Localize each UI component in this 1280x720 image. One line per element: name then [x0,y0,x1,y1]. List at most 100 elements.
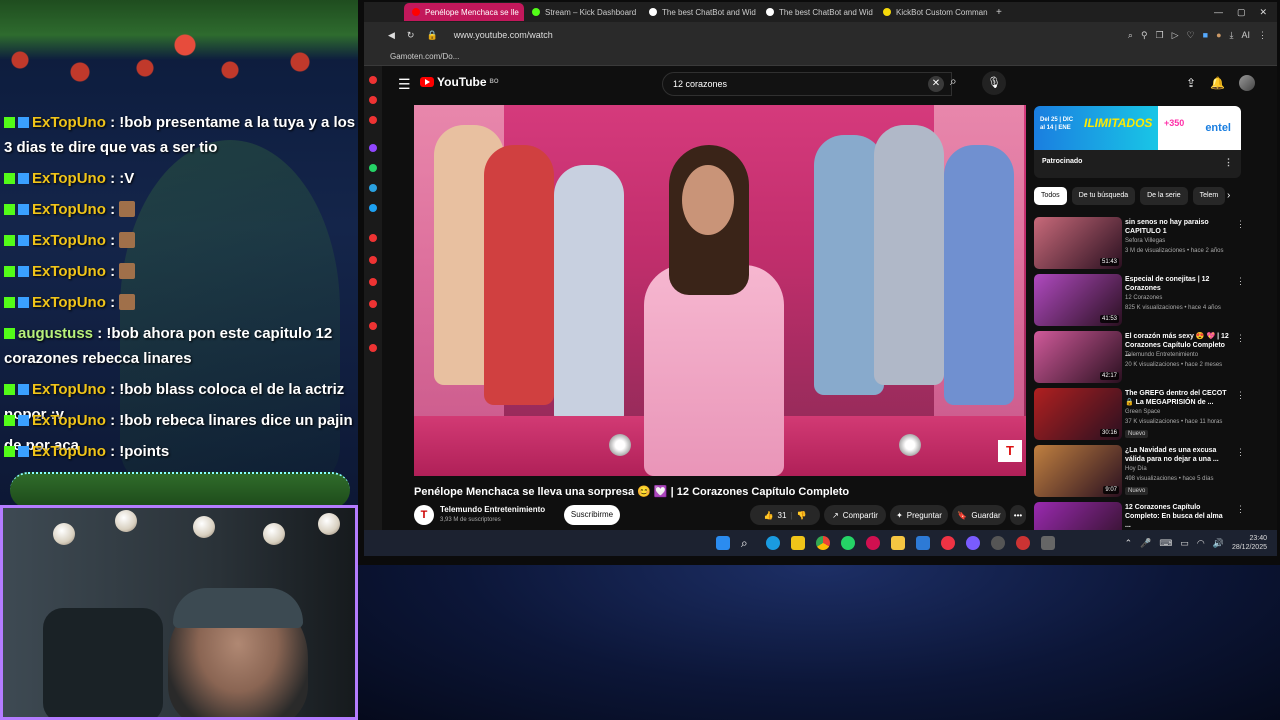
avatar[interactable] [1239,75,1255,91]
recommended-channel[interactable]: Hoy Día [1125,466,1147,472]
sidebar-app-icon[interactable] [369,278,377,286]
recommended-video[interactable]: 51:43 sin senos no hay paraiso CAPITULO 1… [1034,217,1244,271]
recommended-channel[interactable]: 12 Corazones [1125,295,1162,301]
ai-button[interactable]: AI [1241,30,1250,41]
recommended-video-title[interactable]: 12 Corazones Capítulo Completo: En busca… [1125,503,1229,530]
cast-icon[interactable]: ▷ [1172,30,1179,41]
sidebar-app-icon[interactable] [369,234,377,242]
pin-icon[interactable]: ⚲ [1141,30,1148,41]
close-icon[interactable]: ✕ [1259,7,1267,18]
new-tab-button[interactable]: + [996,7,1002,18]
app-icon[interactable] [1041,536,1055,550]
video-player[interactable]: T [414,105,1026,476]
whatsapp-icon[interactable] [369,164,377,172]
volume-icon[interactable]: 🔊 [1213,538,1224,549]
recommended-video[interactable]: 12 Corazones Capítulo Completo: En busca… [1034,502,1244,530]
search-icon[interactable]: ⌕ [950,74,957,89]
search-icon[interactable]: ⌕ [741,536,755,550]
microphone-icon[interactable]: 🎤 [1140,538,1151,549]
clock[interactable]: 23:40 28/12/2025 [1232,534,1267,552]
video-menu-icon[interactable]: ⋮ [1236,504,1244,515]
like-count[interactable]: 31 [778,511,787,520]
recommended-video[interactable]: 41:53 Especial de conejitas | 12 Corazone… [1034,274,1244,328]
dislike-icon[interactable]: 👎 [796,511,806,520]
upload-icon[interactable]: ⇪ [1186,76,1196,90]
filter-chip[interactable]: De tu búsqueda [1071,187,1136,205]
sidebar-app-icon[interactable] [369,116,377,124]
video-thumbnail[interactable]: 42:17 [1034,331,1122,383]
clear-search-icon[interactable]: ✕ [928,76,944,92]
store-icon[interactable] [916,536,930,550]
twitch-icon[interactable] [369,144,377,152]
video-menu-icon[interactable]: ⋮ [1236,276,1244,287]
recommended-video[interactable]: 30:16 The GREFG dentro del CECOT 🔒 La MEG… [1034,388,1244,442]
channel-avatar[interactable]: T [414,505,434,525]
video-menu-icon[interactable]: ⋮ [1236,447,1244,458]
profile-icon[interactable]: ● [1216,30,1221,41]
recommended-video-title[interactable]: The GREFG dentro del CECOT 🔒 La MEGAPRIS… [1125,389,1229,407]
filter-chip[interactable]: De la serie [1140,187,1188,205]
sidebar-app-icon[interactable] [369,96,377,104]
notifications-icon[interactable]: 🔔 [1210,76,1225,90]
edge-icon[interactable] [766,536,780,550]
sidebar-app-icon[interactable] [369,76,377,84]
recommended-channel[interactable]: Telemundo Entretenimiento [1125,352,1198,358]
browser-tab[interactable]: Penélope Menchaca se lle [404,3,524,21]
recommended-video-title[interactable]: Especial de conejitas | 12 Corazones [1125,275,1229,293]
sidebar-app-icon[interactable] [369,256,377,264]
recommended-video[interactable]: 42:17 El corazón más sexy 😍 💖 | 12 Corazo… [1034,331,1244,385]
discord-icon[interactable] [966,536,980,550]
video-thumbnail[interactable] [1034,502,1122,530]
video-thumbnail[interactable]: 51:43 [1034,217,1122,269]
hamburger-menu-icon[interactable]: ☰ [398,76,411,93]
recommended-video-title[interactable]: sin senos no hay paraiso CAPITULO 1 [1125,218,1229,236]
recommended-channel[interactable]: Green Space [1125,409,1160,415]
menu-icon[interactable]: ⋮ [1258,30,1267,41]
subscribe-button[interactable]: Suscribirme [564,505,620,525]
reload-icon[interactable]: ↻ [407,30,415,41]
video-menu-icon[interactable]: ⋮ [1236,333,1244,344]
microphone-icon[interactable]: 🎙 [982,71,1006,95]
ad-banner[interactable]: Del 25 | DIC al 14 | ENE ILIMITADOS +350… [1034,106,1241,150]
url-field[interactable]: www.youtube.com/watch [454,30,553,40]
bookmark-item[interactable]: Gamoten.com/Do... [390,52,459,61]
extension-icon[interactable]: ■ [1203,30,1208,41]
recommended-video[interactable]: 9:07 ¿La Navidad es una excusa válida par… [1034,445,1244,499]
heart-icon[interactable]: ♡ [1187,30,1195,41]
download-icon[interactable]: ⤓ [1230,30,1234,41]
maximize-icon[interactable]: ▢ [1237,7,1246,18]
more-actions-button[interactable]: ••• [1010,505,1026,525]
youtube-logo[interactable]: YouTube BO [420,75,499,89]
video-thumbnail[interactable]: 9:07 [1034,445,1122,497]
recommended-video-title[interactable]: ¿La Navidad es una excusa válida para no… [1125,446,1229,464]
video-thumbnail[interactable]: 41:53 [1034,274,1122,326]
recommended-channel[interactable]: Sefora Villegas [1125,238,1165,244]
back-icon[interactable]: ◀ [388,30,395,41]
windows-start-icon[interactable] [716,536,730,550]
browser-tab[interactable]: The best ChatBot and Wid [758,3,875,21]
search-input[interactable]: 12 corazones [662,72,952,96]
browser-tab[interactable]: Stream – Kick Dashboard [524,3,641,21]
wifi-icon[interactable]: ◠ [1197,538,1205,549]
file-explorer-icon[interactable] [891,536,905,550]
ask-button[interactable]: ✦ Preguntar [890,505,948,525]
sidebar-app-icon[interactable] [369,322,377,330]
notes-icon[interactable] [791,536,805,550]
settings-icon[interactable] [369,344,377,352]
filter-chip[interactable]: Telem [1192,187,1226,205]
display-icon[interactable]: ▭ [1180,538,1189,549]
video-menu-icon[interactable]: ⋮ [1236,390,1244,401]
channel-name[interactable]: Telemundo Entretenimiento [440,505,545,514]
chrome-icon[interactable] [816,536,830,550]
filter-chip[interactable]: Todos [1034,187,1067,205]
copy-icon[interactable]: ❐ [1156,30,1164,41]
app-icon[interactable] [1016,536,1030,550]
video-menu-icon[interactable]: ⋮ [1236,219,1244,230]
whatsapp-icon[interactable] [841,536,855,550]
keyboard-icon[interactable]: ⌨ [1159,538,1172,549]
sponsored-ad-card[interactable]: Del 25 | DIC al 14 | ENE ILIMITADOS +350… [1034,106,1241,178]
share-button[interactable]: ↗ Compartir [824,505,886,525]
sidebar-app-icon[interactable] [369,300,377,308]
save-button[interactable]: 🔖 Guardar [952,505,1006,525]
minimize-icon[interactable]: — [1214,7,1223,18]
